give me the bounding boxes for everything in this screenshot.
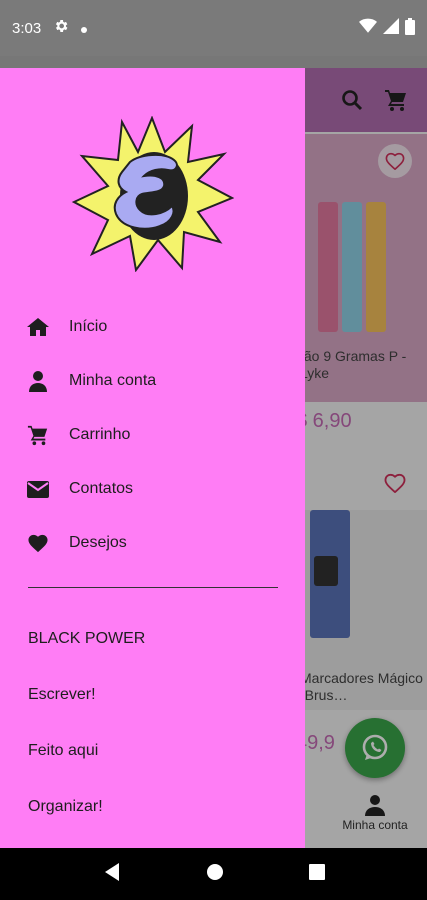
category-list: BLACK POWER Escrever! Feito aqui Organiz… — [28, 611, 288, 835]
menu-item-desejos[interactable]: Desejos — [0, 516, 305, 570]
status-time: 3:03 — [12, 19, 42, 37]
menu-item-inicio[interactable]: Início — [0, 300, 305, 354]
category-black-power[interactable]: BLACK POWER — [28, 611, 288, 667]
heart-icon — [27, 532, 49, 554]
system-nav-bar — [0, 848, 427, 900]
drawer-menu: Início Minha conta Carrinho Contatos Des… — [0, 300, 305, 570]
menu-item-label: Desejos — [69, 534, 127, 551]
home-circle-icon[interactable] — [206, 863, 224, 886]
menu-item-contatos[interactable]: Contatos — [0, 462, 305, 516]
menu-item-label: Minha conta — [69, 372, 157, 389]
menu-item-label: Contatos — [69, 480, 134, 497]
settings-icon — [53, 18, 69, 38]
drawer-divider — [28, 587, 278, 588]
recents-icon[interactable] — [308, 863, 325, 885]
brand-logo[interactable] — [70, 115, 235, 273]
wifi-icon — [359, 18, 377, 38]
back-icon[interactable] — [103, 862, 121, 887]
status-bar: 3:03 — [0, 0, 427, 56]
category-feito-aqui[interactable]: Feito aqui — [28, 723, 288, 779]
menu-item-carrinho[interactable]: Carrinho — [0, 408, 305, 462]
notification-dot-icon — [81, 20, 88, 37]
signal-icon — [383, 18, 399, 38]
home-icon — [27, 316, 49, 338]
navigation-drawer: Início Minha conta Carrinho Contatos Des… — [0, 68, 305, 848]
menu-item-label: Início — [69, 318, 108, 335]
category-escrever[interactable]: Escrever! — [28, 667, 288, 723]
menu-item-label: Carrinho — [69, 426, 131, 443]
battery-icon — [405, 17, 415, 39]
cart-icon — [27, 424, 49, 446]
category-organizar[interactable]: Organizar! — [28, 779, 288, 835]
menu-item-minha-conta[interactable]: Minha conta — [0, 354, 305, 408]
envelope-icon — [27, 478, 49, 500]
user-icon — [27, 370, 49, 392]
